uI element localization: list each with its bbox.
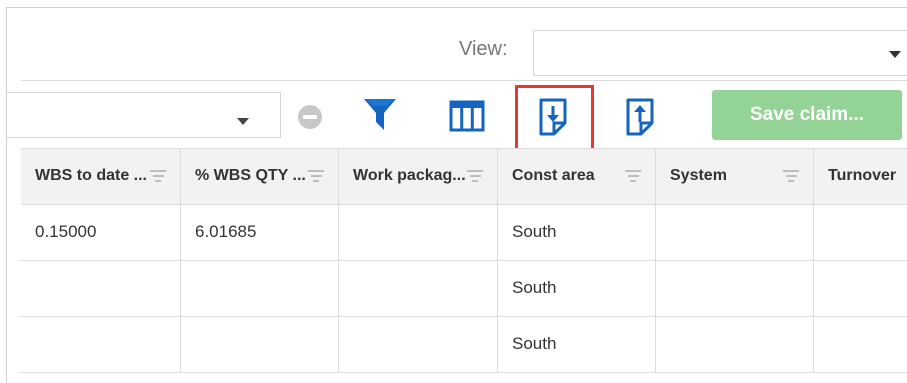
column-header[interactable]: Const area	[498, 149, 656, 204]
column-header[interactable]: WBS to date ...	[21, 149, 181, 204]
column-header-label: % WBS QTY ...	[195, 167, 306, 184]
table-cell[interactable]	[339, 205, 498, 260]
column-menu-icon[interactable]	[625, 170, 641, 185]
save-claim-button[interactable]: Save claim...	[712, 90, 902, 140]
column-menu-icon[interactable]	[783, 170, 799, 185]
table-cell[interactable]: South	[498, 317, 656, 372]
table-cell[interactable]: South	[498, 205, 656, 260]
chevron-down-icon	[237, 118, 249, 125]
export-button[interactable]	[535, 96, 571, 138]
column-header-label: Turnover	[828, 167, 897, 184]
table-cell[interactable]: 6.01685	[181, 205, 339, 260]
table-cell[interactable]	[814, 261, 907, 316]
filter-icon	[364, 99, 396, 130]
column-header-label: WBS to date ...	[35, 167, 147, 184]
column-header[interactable]: Work packag...	[339, 149, 498, 204]
table-cell[interactable]	[814, 205, 907, 260]
grid-panel: View: Save claim... WBS to date ... % WB…	[6, 7, 907, 383]
table-row[interactable]: South	[21, 261, 907, 317]
column-menu-icon[interactable]	[150, 170, 166, 185]
table-cell[interactable]	[21, 261, 181, 316]
column-menu-icon[interactable]	[467, 170, 483, 185]
export-download-icon	[539, 98, 567, 136]
column-header[interactable]: % WBS QTY ...	[181, 149, 339, 204]
column-header-label: Const area	[512, 167, 595, 184]
filter-button[interactable]	[362, 96, 398, 134]
remove-button[interactable]	[297, 104, 323, 130]
table-cell[interactable]	[181, 261, 339, 316]
column-header[interactable]: Turnover	[814, 149, 907, 204]
header-divider	[21, 80, 907, 81]
table-cell[interactable]: 0.15000	[21, 205, 181, 260]
import-button[interactable]	[622, 96, 658, 138]
view-select[interactable]	[533, 30, 907, 76]
column-header[interactable]: System	[656, 149, 814, 204]
table-cell[interactable]: South	[498, 261, 656, 316]
import-upload-icon	[626, 98, 654, 136]
column-header-label: Work packag...	[353, 167, 466, 184]
table-cell[interactable]	[656, 205, 814, 260]
chevron-down-icon	[889, 51, 901, 58]
table-cell[interactable]	[21, 317, 181, 372]
column-menu-icon[interactable]	[308, 170, 324, 185]
table-row[interactable]: South	[21, 317, 907, 373]
columns-icon	[449, 100, 485, 132]
minus-circle-icon	[298, 105, 322, 129]
table-cell[interactable]	[656, 261, 814, 316]
table-cell[interactable]	[656, 317, 814, 372]
grid-header: WBS to date ... % WBS QTY ... Work packa…	[21, 148, 907, 205]
view-label: View:	[459, 38, 508, 60]
column-header-label: System	[670, 167, 727, 184]
table-cell[interactable]	[814, 317, 907, 372]
columns-button[interactable]	[447, 98, 487, 134]
toolbar-select[interactable]	[7, 92, 281, 138]
table-cell[interactable]	[181, 317, 339, 372]
table-cell[interactable]	[339, 317, 498, 372]
table-cell[interactable]	[339, 261, 498, 316]
table-row[interactable]: 0.15000 6.01685 South	[21, 205, 907, 261]
